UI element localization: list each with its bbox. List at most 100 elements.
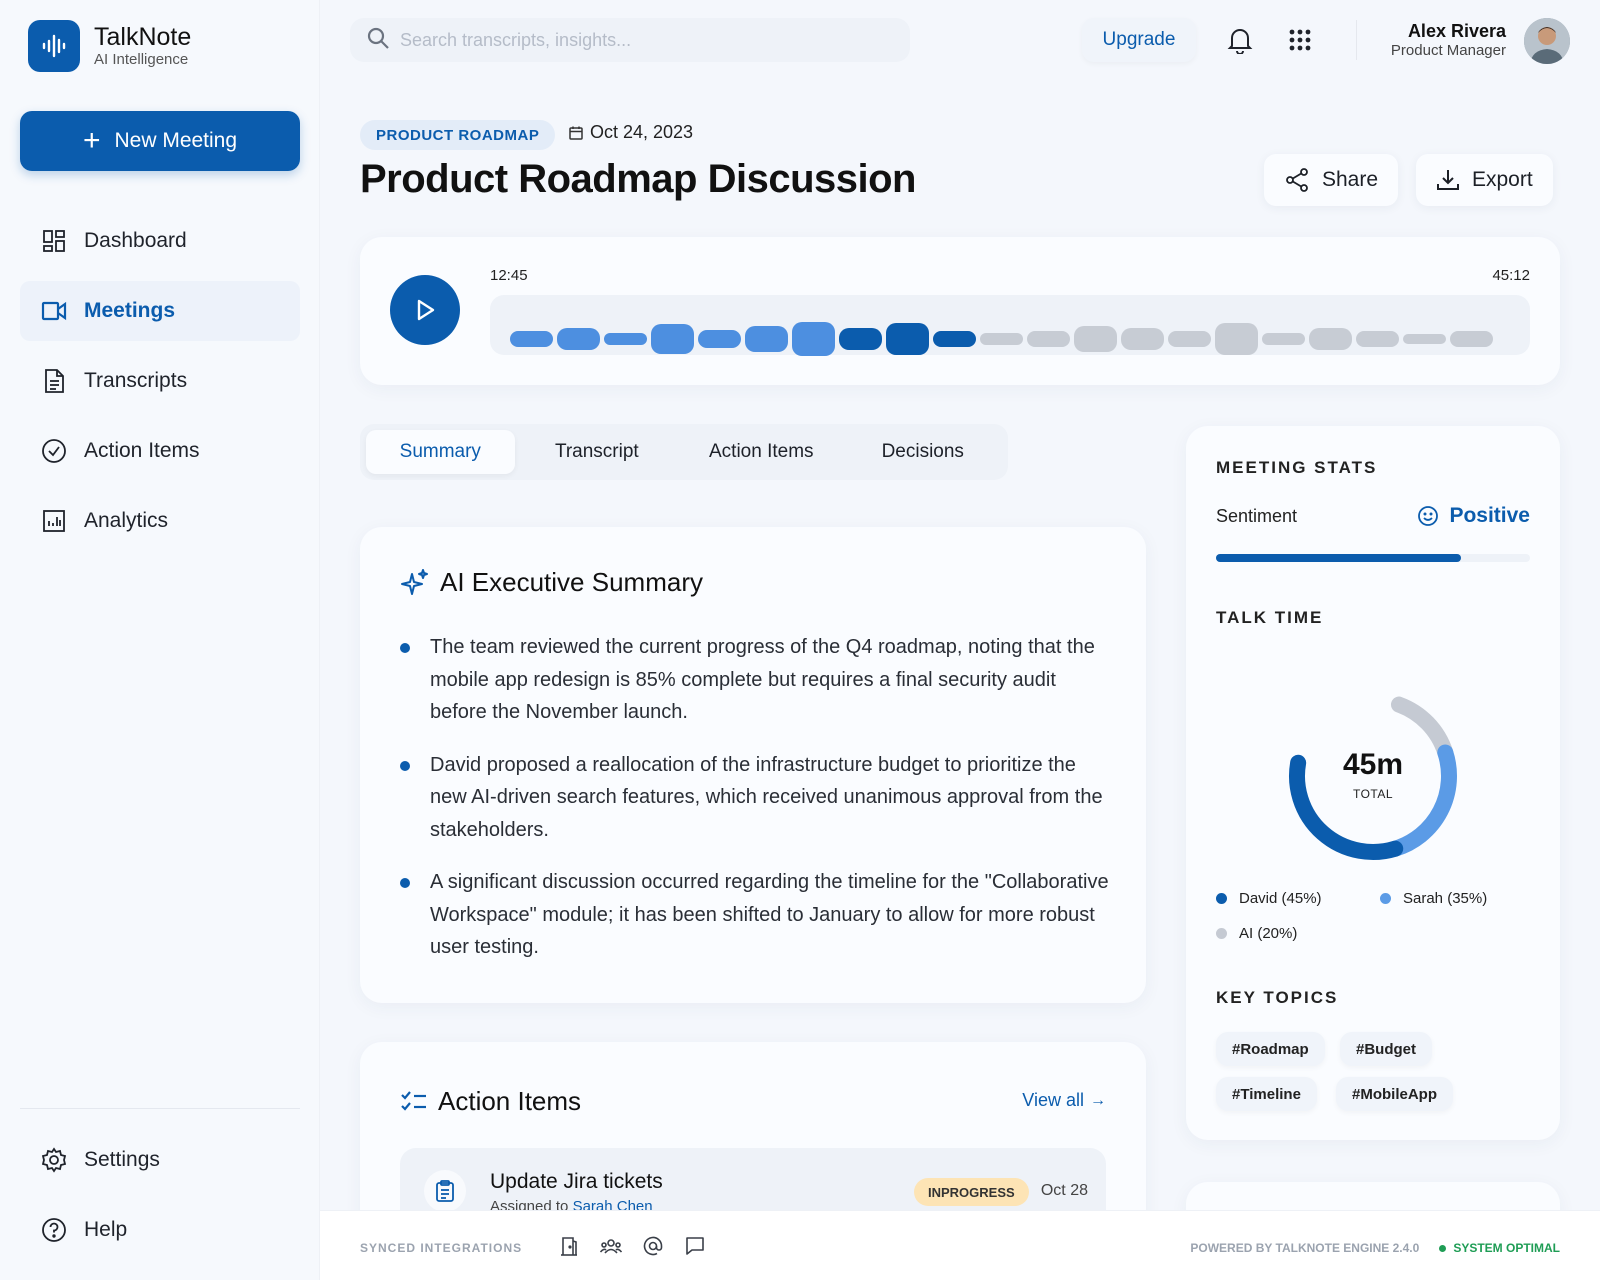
- document-icon: [40, 367, 68, 395]
- dashboard-icon: [40, 227, 68, 255]
- tab-action-items[interactable]: Action Items: [679, 430, 843, 474]
- sidebar: TalkNote AI Intelligence + New Meeting D…: [0, 0, 320, 1280]
- sidebar-item-meetings[interactable]: Meetings: [20, 281, 300, 341]
- analytics-icon: [40, 507, 68, 535]
- team-icon[interactable]: [600, 1235, 622, 1257]
- user-name: Alex Rivera: [1407, 21, 1506, 41]
- topic-chip-roadmap[interactable]: #Roadmap: [1216, 1032, 1325, 1066]
- waveform-bar: [1450, 331, 1493, 347]
- sidebar-item-label: Help: [84, 1218, 128, 1241]
- sparkles-icon: [401, 568, 428, 595]
- waveform-bar: [1215, 323, 1258, 355]
- footer-right: POWERED BY TALKNOTE ENGINE 2.4.0 SYSTEM …: [1190, 1241, 1560, 1255]
- search-input[interactable]: [400, 29, 860, 51]
- powered-by: POWERED BY TALKNOTE ENGINE 2.4.0: [1190, 1241, 1420, 1255]
- waveform-logo-icon: [28, 20, 80, 72]
- sidebar-divider: [20, 1108, 300, 1109]
- tab-summary[interactable]: Summary: [366, 430, 515, 474]
- synced-integrations-label: SYNCED INTEGRATIONS: [360, 1241, 523, 1255]
- play-button[interactable]: [390, 275, 460, 345]
- sentiment-label: Sentiment: [1216, 506, 1298, 526]
- search-icon: [366, 26, 390, 55]
- apps-grid-icon[interactable]: [1284, 24, 1316, 56]
- help-icon: [40, 1216, 68, 1244]
- avatar[interactable]: [1524, 18, 1570, 64]
- talk-time-donut: 45m TOTAL: [1289, 696, 1457, 860]
- waveform-bar: [745, 326, 788, 352]
- waveform-bar: [792, 322, 835, 356]
- sidebar-item-analytics[interactable]: Analytics: [20, 491, 300, 551]
- sidebar-item-action-items[interactable]: Action Items: [20, 421, 300, 481]
- share-icon: [1286, 168, 1308, 192]
- sidebar-item-label: Settings: [84, 1148, 160, 1171]
- brand-name: TalkNote: [94, 23, 192, 51]
- brand[interactable]: TalkNote AI Intelligence: [28, 20, 191, 72]
- waveform-bar: [604, 333, 647, 345]
- integration-icons: [558, 1235, 726, 1257]
- footer: SYNCED INTEGRATIONS POWERED BY TALKNOTE …: [320, 1210, 1600, 1280]
- new-meeting-button[interactable]: + New Meeting: [20, 111, 300, 171]
- waveform-bar: [1403, 334, 1446, 344]
- legend-label: David (45%): [1239, 890, 1322, 907]
- summary-bullet: A significant discussion occurred regard…: [400, 866, 1110, 964]
- key-topics-title: KEY TOPICS: [1216, 988, 1339, 1007]
- topic-chip-mobileapp[interactable]: #MobileApp: [1336, 1077, 1453, 1111]
- waveform-bar: [839, 328, 882, 350]
- sidebar-item-label: Meetings: [84, 299, 176, 322]
- brand-subtitle: AI Intelligence: [94, 51, 189, 68]
- legend-sarah: Sarah (35%): [1380, 890, 1487, 907]
- action-items-title: Action Items: [438, 1086, 582, 1116]
- sentiment-value-text: Positive: [1449, 504, 1530, 527]
- upgrade-button[interactable]: Upgrade: [1082, 18, 1196, 62]
- category-tag[interactable]: PRODUCT ROADMAP: [360, 120, 556, 150]
- stats-title: MEETING STATS: [1216, 458, 1378, 477]
- tab-transcript[interactable]: Transcript: [515, 430, 679, 474]
- sidebar-item-label: Analytics: [84, 509, 169, 532]
- total-time: 45:12: [1492, 267, 1530, 284]
- chat-icon[interactable]: [684, 1235, 706, 1257]
- content-tabs: Summary Transcript Action Items Decision…: [360, 424, 1008, 480]
- check-circle-icon: [40, 437, 68, 465]
- sentiment-bar-fill: [1216, 554, 1461, 562]
- waveform-bar: [1121, 328, 1164, 350]
- clipboard-icon: [424, 1170, 466, 1212]
- legend-label: AI (20%): [1239, 925, 1298, 942]
- download-icon: [1437, 170, 1459, 190]
- current-time: 12:45: [490, 267, 528, 284]
- donut-segment-ai: [1390, 696, 1454, 761]
- user-info[interactable]: Alex Rivera Product Manager: [1391, 20, 1506, 60]
- export-label: Export: [1472, 168, 1533, 191]
- waveform-bar: [933, 331, 976, 347]
- bell-icon[interactable]: [1224, 24, 1256, 56]
- new-meeting-label: New Meeting: [114, 129, 238, 152]
- waveform-bar: [1074, 326, 1117, 352]
- share-button[interactable]: Share: [1264, 154, 1399, 206]
- sidebar-item-dashboard[interactable]: Dashboard: [20, 211, 300, 271]
- waveform-track[interactable]: [490, 295, 1530, 356]
- sidebar-item-transcripts[interactable]: Transcripts: [20, 351, 300, 411]
- view-all-link[interactable]: View all →: [1022, 1090, 1106, 1111]
- topic-chip-budget[interactable]: #Budget: [1340, 1032, 1432, 1066]
- waveform-bar: [980, 333, 1023, 345]
- at-sign-icon[interactable]: [642, 1235, 664, 1257]
- task-due-date: Oct 28: [1040, 1182, 1088, 1199]
- donut-segment-sarah: [1387, 744, 1457, 857]
- waveform-bar: [557, 328, 600, 350]
- door-icon[interactable]: [558, 1235, 580, 1257]
- action-items-header: Action Items: [400, 1086, 581, 1117]
- smile-icon: [1418, 506, 1439, 526]
- waveform-bar: [698, 330, 741, 348]
- sidebar-item-label: Action Items: [84, 439, 200, 462]
- topic-chip-timeline[interactable]: #Timeline: [1216, 1077, 1317, 1111]
- status-dot: [1439, 1244, 1447, 1252]
- gear-icon: [40, 1146, 68, 1174]
- tab-decisions[interactable]: Decisions: [844, 430, 1003, 474]
- summary-list: The team reviewed the current progress o…: [400, 631, 1110, 984]
- sentiment-bar: [1216, 554, 1530, 562]
- sidebar-item-help[interactable]: Help: [20, 1200, 300, 1260]
- sidebar-item-settings[interactable]: Settings: [20, 1130, 300, 1190]
- meeting-date: Oct 24, 2023: [568, 122, 693, 143]
- export-button[interactable]: Export: [1416, 154, 1553, 206]
- search-bar[interactable]: [350, 18, 910, 62]
- page-title: Product Roadmap Discussion: [360, 157, 916, 201]
